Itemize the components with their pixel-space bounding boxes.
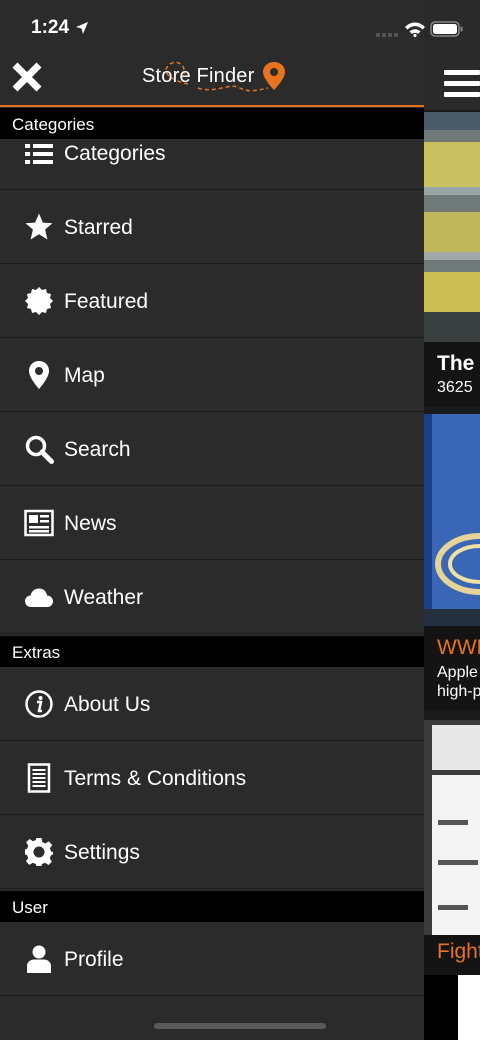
signal-icon xyxy=(376,33,398,37)
news-card[interactable]: Fight xyxy=(424,720,480,975)
card-title: The xyxy=(437,352,475,375)
store-card[interactable]: The 3625 xyxy=(424,112,480,407)
hamburger-menu-icon[interactable] xyxy=(444,70,480,98)
list-icon xyxy=(24,141,54,171)
user-icon xyxy=(24,944,54,974)
header-accent-line xyxy=(0,105,424,107)
home-indicator[interactable] xyxy=(154,1023,326,1029)
menu-item-weather[interactable]: Weather xyxy=(0,561,424,634)
card-title: Fight xyxy=(437,940,480,963)
close-icon[interactable] xyxy=(10,60,44,94)
news-card[interactable]: WWD Apple high-p xyxy=(424,414,480,710)
menu-item-label: News xyxy=(64,512,117,535)
menu-item-label: About Us xyxy=(64,693,151,716)
card-image xyxy=(424,414,480,626)
search-icon xyxy=(24,434,54,464)
main-content-peek: The 3625 WWD Apple high-p Fight xyxy=(424,0,480,1040)
menu-item-label: Terms & Conditions xyxy=(64,767,247,790)
menu-item-settings[interactable]: Settings xyxy=(0,816,424,889)
menu-item-label: Search xyxy=(64,438,131,461)
content-navbar xyxy=(424,0,480,110)
logo-text: Store Finder xyxy=(142,65,255,87)
card-image xyxy=(424,112,480,342)
battery-icon xyxy=(430,21,463,37)
menu-item-starred[interactable]: Starred xyxy=(0,191,424,264)
newspaper-icon xyxy=(24,508,54,538)
gear-icon xyxy=(24,837,54,867)
menu-item-label: Settings xyxy=(64,841,140,864)
cloud-icon xyxy=(24,583,54,613)
menu-item-label: Weather xyxy=(64,586,143,609)
card-subtitle: Apple xyxy=(437,664,478,681)
drawer-header: Store Finder xyxy=(0,56,424,106)
card-image xyxy=(424,720,480,935)
badge-icon xyxy=(24,286,54,316)
menu-item-search[interactable]: Search xyxy=(0,413,424,486)
location-arrow-icon xyxy=(76,22,88,34)
menu-item-profile[interactable]: Profile xyxy=(0,923,424,996)
star-icon xyxy=(24,212,54,242)
menu-item-label: Profile xyxy=(64,948,124,971)
card-subtitle: 3625 xyxy=(437,379,473,396)
section-header-categories-sticky: Categories xyxy=(0,108,424,139)
section-label: Categories xyxy=(12,115,95,134)
side-drawer: 1:24 Store Finder Categories Categories … xyxy=(0,0,424,1040)
menu-item-news[interactable]: News xyxy=(0,487,424,560)
menu-item-about[interactable]: About Us xyxy=(0,668,424,741)
card-title: WWD xyxy=(437,636,480,659)
menu-item-label: Featured xyxy=(64,290,149,313)
menu-item-label: Map xyxy=(64,364,105,387)
document-icon xyxy=(24,763,54,793)
status-time: 1:24 xyxy=(31,17,70,38)
map-pin-icon xyxy=(24,360,54,390)
menu-item-terms[interactable]: Terms & Conditions xyxy=(0,742,424,815)
status-bar: 1:24 xyxy=(0,0,424,56)
section-label: User xyxy=(12,898,48,917)
menu-item-label: Categories xyxy=(64,142,166,165)
section-header-user: User xyxy=(0,891,424,922)
card-subtitle-line2: high-p xyxy=(437,683,480,700)
status-icons xyxy=(376,20,480,40)
menu-item-label: Starred xyxy=(64,216,133,239)
content-footer-dark xyxy=(424,975,458,1040)
menu-item-map[interactable]: Map xyxy=(0,339,424,412)
section-label: Extras xyxy=(12,643,61,662)
info-icon xyxy=(24,689,54,719)
wifi-icon xyxy=(405,22,425,37)
section-header-extras: Extras xyxy=(0,636,424,667)
menu-item-featured[interactable]: Featured xyxy=(0,265,424,338)
